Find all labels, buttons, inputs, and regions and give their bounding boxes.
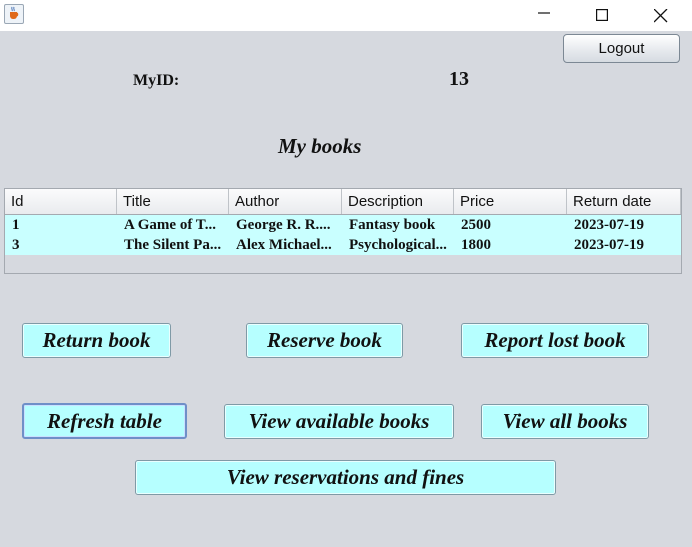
cell-description: Psychological...: [349, 237, 447, 253]
view-all-books-button[interactable]: View all books: [481, 404, 649, 439]
report-lost-book-button[interactable]: Report lost book: [461, 323, 649, 358]
main-panel: Logout MyID: 13 My books Id Title Author…: [0, 31, 692, 547]
column-header-description[interactable]: Description: [342, 189, 454, 214]
cell-author: George R. R....: [236, 217, 331, 233]
column-header-return-date[interactable]: Return date: [567, 189, 681, 214]
maximize-button[interactable]: [579, 0, 625, 31]
myid-label: MyID:: [133, 72, 180, 89]
title-bar: [0, 0, 692, 31]
column-header-price[interactable]: Price: [454, 189, 567, 214]
books-table[interactable]: Id Title Author Description Price Return…: [4, 188, 682, 274]
page-title: My books: [278, 134, 362, 158]
cell-id: 3: [12, 237, 20, 253]
column-header-title[interactable]: Title: [117, 189, 229, 214]
cell-title: A Game of T...: [124, 217, 216, 233]
cell-return-date: 2023-07-19: [574, 237, 644, 253]
minimize-icon: [538, 12, 550, 14]
cell-return-date: 2023-07-19: [574, 217, 644, 233]
reserve-book-button[interactable]: Reserve book: [246, 323, 403, 358]
table-row[interactable]: 1 A Game of T... George R. R.... Fantasy…: [5, 215, 681, 235]
view-reservations-and-fines-button[interactable]: View reservations and fines: [135, 460, 556, 495]
table-row[interactable]: 3 The Silent Pa... Alex Michael... Psych…: [5, 235, 681, 255]
maximize-icon: [596, 9, 608, 21]
table-header: Id Title Author Description Price Return…: [5, 189, 681, 215]
refresh-table-button[interactable]: Refresh table: [22, 403, 187, 439]
cell-id: 1: [12, 217, 20, 233]
close-icon: [654, 9, 668, 23]
view-available-books-button[interactable]: View available books: [224, 404, 454, 439]
cell-title: The Silent Pa...: [124, 237, 222, 253]
logout-button[interactable]: Logout: [563, 34, 680, 63]
minimize-button[interactable]: [521, 0, 567, 31]
cell-price: 2500: [461, 217, 491, 233]
cell-description: Fantasy book: [349, 217, 436, 233]
java-cup-icon: [4, 4, 24, 24]
column-header-author[interactable]: Author: [229, 189, 342, 214]
myid-value: 13: [449, 68, 469, 90]
column-header-id[interactable]: Id: [5, 189, 117, 214]
cell-author: Alex Michael...: [236, 237, 332, 253]
close-button[interactable]: [637, 0, 683, 31]
cell-price: 1800: [461, 237, 491, 253]
return-book-button[interactable]: Return book: [22, 323, 171, 358]
table-body: 1 A Game of T... George R. R.... Fantasy…: [5, 215, 681, 255]
